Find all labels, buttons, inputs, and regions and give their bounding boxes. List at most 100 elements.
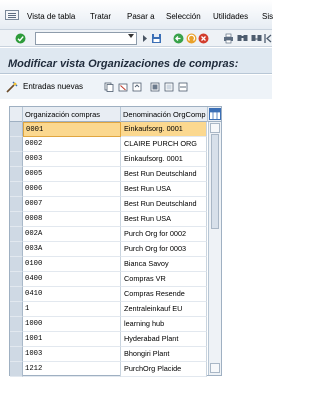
deselect-icon[interactable] [164,82,174,92]
row-selector[interactable] [10,137,23,152]
cell-description[interactable]: Hyderabad Plant [121,332,207,347]
table-row[interactable]: 0008 Best Run USA [10,212,221,227]
menu-vista-de-tabla[interactable]: Vista de tabla [27,12,75,21]
command-history-chevron-down-icon[interactable] [128,34,134,38]
table-row[interactable]: 1212 PurchOrg Placide [10,362,221,377]
first-page-icon[interactable] [263,33,274,44]
cell-purchasing-org[interactable]: 003A [23,242,121,257]
menu-sistema[interactable]: Sis [262,12,273,21]
row-selector[interactable] [10,182,23,197]
expand-icon[interactable] [140,33,151,44]
cell-description[interactable]: Best Run USA [121,212,207,227]
row-selector[interactable] [10,212,23,227]
cell-purchasing-org[interactable]: 0001 [23,122,121,137]
row-selector[interactable] [10,272,23,287]
column-header-purchasing-org[interactable]: Organización compras [23,107,121,122]
vertical-scrollbar[interactable] [208,122,221,375]
select-all-icon[interactable] [150,82,160,92]
cell-purchasing-org[interactable]: 0410 [23,287,121,302]
row-selector[interactable] [10,287,23,302]
cell-description[interactable]: Best Run Deutschland [121,197,207,212]
row-selector[interactable] [10,197,23,212]
table-row[interactable]: 1000 learning hub [10,317,221,332]
sap-menu-icon[interactable] [5,10,19,20]
cell-description[interactable]: Zentraleinkauf EU [121,302,207,317]
cell-purchasing-org[interactable]: 1001 [23,332,121,347]
scroll-down-button[interactable] [210,363,220,373]
row-selector[interactable] [10,152,23,167]
cell-purchasing-org[interactable]: 1212 [23,362,121,377]
table-row[interactable]: 1 Zentraleinkauf EU [10,302,221,317]
table-row[interactable]: 1001 Hyderabad Plant [10,332,221,347]
back-icon[interactable] [173,33,184,44]
cell-purchasing-org[interactable]: 002A [23,227,121,242]
table-row[interactable]: 0003 Einkaufsorg. 0001 [10,152,221,167]
row-selector[interactable] [10,317,23,332]
cell-purchasing-org[interactable]: 0002 [23,137,121,152]
cell-description[interactable]: Best Run Deutschland [121,167,207,182]
table-row[interactable]: 0005 Best Run Deutschland [10,167,221,182]
select-all-rows-button[interactable] [10,107,23,122]
cell-description[interactable]: Compras Resende [121,287,207,302]
cell-description[interactable]: Compras VR [121,272,207,287]
cell-description[interactable]: Bianca Savoy [121,257,207,272]
menu-pasar-a[interactable]: Pasar a [127,12,155,21]
cell-description[interactable]: Purch Org for 0002 [121,227,207,242]
exit-icon[interactable] [186,33,197,44]
cell-description[interactable]: Best Run USA [121,182,207,197]
row-selector[interactable] [10,347,23,362]
cell-purchasing-org[interactable]: 0006 [23,182,121,197]
row-selector[interactable] [10,242,23,257]
enter-icon[interactable] [15,33,26,44]
cell-purchasing-org[interactable]: 0007 [23,197,121,212]
find-next-icon[interactable] [251,33,262,44]
cell-purchasing-org[interactable]: 1000 [23,317,121,332]
cell-purchasing-org[interactable]: 1 [23,302,121,317]
cell-description[interactable]: Bhongiri Plant [121,347,207,362]
row-selector[interactable] [10,302,23,317]
save-icon[interactable] [151,33,162,44]
cell-purchasing-org[interactable]: 0100 [23,257,121,272]
table-row[interactable]: 0002 CLAIRE PURCH ORG [10,137,221,152]
undo-icon[interactable] [132,82,142,92]
cell-purchasing-org[interactable]: 1003 [23,347,121,362]
menu-seleccion[interactable]: Selección [166,12,201,21]
print-icon[interactable] [223,33,234,44]
table-row[interactable]: 1003 Bhongiri Plant [10,347,221,362]
find-icon[interactable] [237,33,248,44]
row-selector[interactable] [10,167,23,182]
scroll-up-button[interactable] [210,123,220,133]
row-selector[interactable] [10,122,23,137]
table-row[interactable]: 0400 Compras VR [10,272,221,287]
menu-utilidades[interactable]: Utilidades [213,12,248,21]
table-row[interactable]: 0100 Bianca Savoy [10,257,221,272]
cell-description[interactable]: Purch Org for 0003 [121,242,207,257]
scroll-thumb[interactable] [211,134,219,229]
cell-purchasing-org[interactable]: 0003 [23,152,121,167]
cell-description[interactable]: learning hub [121,317,207,332]
cell-description[interactable]: Einkaufsorg. 0001 [121,152,207,167]
table-row[interactable]: 0006 Best Run USA [10,182,221,197]
cell-description[interactable]: PurchOrg Placide [121,362,207,377]
table-row[interactable]: 0007 Best Run Deutschland [10,197,221,212]
table-settings-icon[interactable] [209,108,221,120]
cell-purchasing-org[interactable]: 0005 [23,167,121,182]
table-row[interactable]: 0001 Einkaufsorg. 0001 [10,122,221,137]
table-row[interactable]: 0410 Compras Resende [10,287,221,302]
column-header-description[interactable]: Denominación OrgComp [121,107,208,122]
cell-purchasing-org[interactable]: 0008 [23,212,121,227]
row-selector[interactable] [10,362,23,377]
block-icon[interactable] [178,82,188,92]
row-selector[interactable] [10,257,23,272]
delete-icon[interactable] [118,82,128,92]
cell-description[interactable]: CLAIRE PURCH ORG [121,137,207,152]
menu-tratar[interactable]: Tratar [90,12,111,21]
cell-description[interactable]: Einkaufsorg. 0001 [121,122,207,137]
cancel-icon[interactable] [198,33,209,44]
table-row[interactable]: 002A Purch Org for 0002 [10,227,221,242]
row-selector[interactable] [10,227,23,242]
table-row[interactable]: 003A Purch Org for 0003 [10,242,221,257]
copy-icon[interactable] [104,82,114,92]
cell-purchasing-org[interactable]: 0400 [23,272,121,287]
row-selector[interactable] [10,332,23,347]
